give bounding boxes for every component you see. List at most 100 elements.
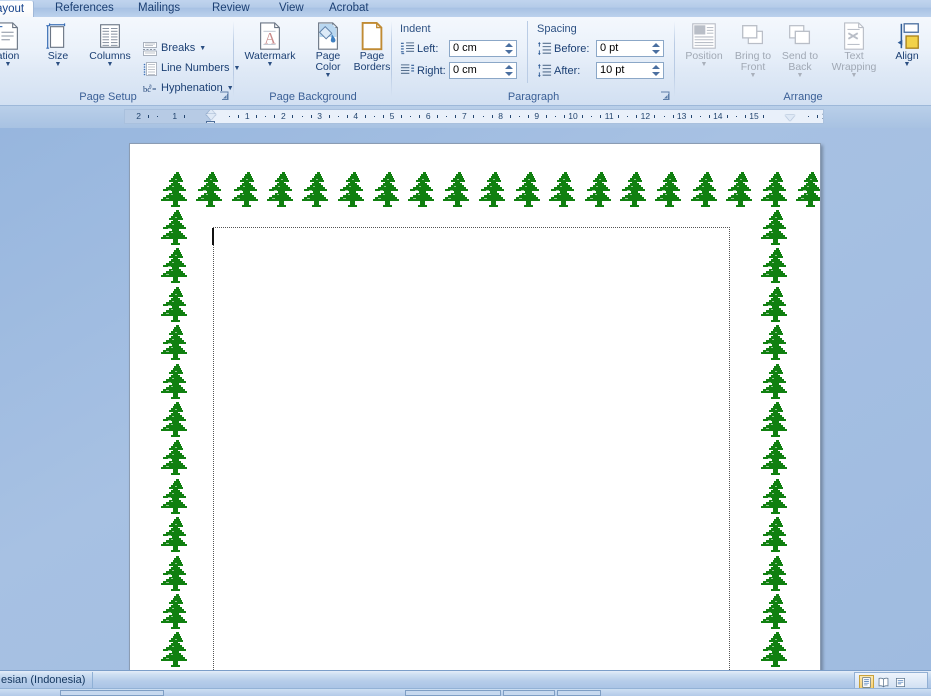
border-tree-icon bbox=[760, 246, 794, 286]
orientation-button[interactable]: ation▼ bbox=[0, 21, 34, 68]
position-icon bbox=[689, 21, 719, 51]
ribbon-tab-mailings[interactable]: Mailings bbox=[129, 0, 189, 17]
indent-right-value[interactable]: 0 cm bbox=[453, 63, 477, 78]
indent-right-stepper[interactable]: 0 cm bbox=[449, 62, 517, 79]
ruler-label-outside: 2 bbox=[136, 111, 141, 121]
dialog-box-launcher-page-setup[interactable] bbox=[219, 91, 230, 102]
ribbon-tab-review[interactable]: Review bbox=[203, 0, 259, 17]
position-button[interactable]: Position▼ bbox=[679, 21, 729, 68]
size-button[interactable]: Size▼ bbox=[34, 21, 82, 68]
chevron-down-icon[interactable]: ▼ bbox=[82, 62, 138, 68]
align-icon bbox=[892, 21, 922, 51]
border-tree-icon bbox=[160, 285, 194, 325]
ribbon-tab-view[interactable]: View bbox=[270, 0, 313, 17]
chevron-down-icon[interactable]: ▼ bbox=[777, 73, 823, 79]
spacing-before-stepper[interactable]: 0 pt bbox=[596, 40, 664, 57]
border-tree-icon bbox=[160, 515, 194, 555]
chevron-down-icon[interactable]: ▼ bbox=[304, 73, 352, 79]
ruler-number: 15 bbox=[749, 111, 758, 121]
indent-right-row: Right:0 cm bbox=[400, 62, 517, 79]
spacing-before-row: Before: 0 pt bbox=[537, 40, 664, 57]
bring-to-front-button[interactable]: Bring toFront▼ bbox=[729, 21, 777, 79]
border-tree-icon bbox=[160, 630, 194, 670]
spacing-after-icon bbox=[537, 63, 552, 78]
ribbon-group-label-page-background: Page Background bbox=[234, 91, 392, 103]
spacing-subhead: Spacing bbox=[537, 23, 577, 35]
print-layout-view-button[interactable] bbox=[859, 675, 874, 689]
watermark-button[interactable]: AWatermark▼ bbox=[236, 21, 304, 68]
taskbar-item[interactable] bbox=[405, 690, 501, 696]
ribbon-group-arrange: Position▼Bring toFront▼Send toBack▼TextW… bbox=[675, 17, 931, 105]
line-numbers-button[interactable]: Line Numbers▼ bbox=[142, 59, 240, 78]
border-tree-icon bbox=[760, 323, 794, 363]
taskbar-item[interactable] bbox=[557, 690, 601, 696]
page-borders-button[interactable]: Page Borders bbox=[352, 21, 392, 73]
ribbon-group-label-page-setup: Page Setup bbox=[0, 91, 234, 103]
spacing-before-value[interactable]: 0 pt bbox=[600, 41, 618, 56]
chevron-down-icon[interactable]: ▼ bbox=[199, 39, 206, 58]
indent-right-spin-arrows[interactable] bbox=[503, 63, 515, 78]
spacing-after-label: After: bbox=[554, 65, 596, 77]
text-cursor bbox=[212, 228, 214, 245]
ribbon-tab-acrobat[interactable]: Acrobat bbox=[320, 0, 378, 17]
chevron-down-icon[interactable]: ▼ bbox=[679, 62, 729, 68]
send-to-back-icon bbox=[785, 21, 815, 51]
border-tree-icon bbox=[407, 170, 441, 210]
status-language[interactable]: esian (Indonesia) bbox=[0, 673, 85, 687]
orientation-icon bbox=[0, 21, 23, 51]
border-tree-icon bbox=[160, 438, 194, 478]
indent-left-spin-arrows[interactable] bbox=[503, 41, 515, 56]
border-tree-icon bbox=[690, 170, 724, 210]
border-tree-icon bbox=[654, 170, 688, 210]
columns-button[interactable]: Columns▼ bbox=[82, 21, 138, 68]
border-tree-icon bbox=[160, 362, 194, 402]
web-layout-view-button[interactable] bbox=[893, 675, 908, 689]
page-borders-label: Page Borders bbox=[352, 51, 392, 73]
spacing-before-icon bbox=[537, 41, 552, 56]
print-layout-icon bbox=[860, 677, 873, 688]
document-page[interactable] bbox=[129, 143, 821, 670]
align-button[interactable]: Align▼ bbox=[887, 21, 927, 68]
border-tree-icon bbox=[160, 592, 194, 632]
indent-left-stepper[interactable]: 0 cm bbox=[449, 40, 517, 57]
page-color-button[interactable]: Page Color▼ bbox=[304, 21, 352, 79]
chevron-down-icon[interactable]: ▼ bbox=[729, 73, 777, 79]
border-tree-icon bbox=[231, 170, 265, 210]
horizontal-ruler[interactable]: 21211234567891011121314151718 bbox=[124, 109, 824, 124]
spacing-before-spin-arrows[interactable] bbox=[650, 41, 662, 56]
border-tree-icon bbox=[760, 592, 794, 632]
border-tree-icon bbox=[160, 246, 194, 286]
spacing-before-label: Before: bbox=[554, 43, 596, 55]
chevron-down-icon[interactable]: ▼ bbox=[236, 62, 304, 68]
ribbon: ation▼Size▼Columns▼Breaks▼Line Numbers▼b… bbox=[0, 17, 931, 106]
spacing-after-value[interactable]: 10 pt bbox=[600, 63, 624, 78]
hanging-indent-marker[interactable] bbox=[206, 114, 216, 120]
text-wrapping-button[interactable]: TextWrapping▼ bbox=[823, 21, 885, 79]
chevron-down-icon[interactable]: ▼ bbox=[887, 62, 927, 68]
ribbon-tab-page-layout[interactable]: ayout bbox=[0, 0, 34, 18]
indent-right-icon bbox=[400, 63, 415, 78]
chevron-down-icon[interactable]: ▼ bbox=[34, 62, 82, 68]
document-canvas[interactable] bbox=[0, 128, 931, 670]
spacing-after-stepper[interactable]: 10 pt bbox=[596, 62, 664, 79]
ruler-number: 17 bbox=[822, 111, 824, 121]
left-indent-marker[interactable] bbox=[206, 121, 215, 124]
ruler-area: 21211234567891011121314151718 bbox=[0, 106, 931, 128]
chevron-down-icon[interactable]: ▼ bbox=[0, 62, 34, 68]
breaks-button[interactable]: Breaks▼ bbox=[142, 39, 206, 58]
chevron-down-icon[interactable]: ▼ bbox=[823, 73, 885, 79]
right-indent-marker[interactable] bbox=[785, 115, 795, 121]
border-tree-icon bbox=[760, 362, 794, 402]
page-color-label: Page Color bbox=[304, 51, 352, 73]
taskbar-item[interactable] bbox=[60, 690, 164, 696]
taskbar-item[interactable] bbox=[503, 690, 555, 696]
send-to-back-button[interactable]: Send toBack▼ bbox=[777, 21, 823, 79]
ribbon-tab-references[interactable]: References bbox=[46, 0, 123, 17]
dialog-box-launcher-paragraph[interactable] bbox=[660, 91, 671, 102]
full-screen-reading-view-button[interactable] bbox=[876, 675, 891, 689]
reading-view-icon bbox=[877, 677, 890, 688]
ruler-number: 8 bbox=[498, 111, 503, 121]
spacing-after-spin-arrows[interactable] bbox=[650, 63, 662, 78]
indent-left-value[interactable]: 0 cm bbox=[453, 41, 477, 56]
spacing-after-row: After: 10 pt bbox=[537, 62, 664, 79]
